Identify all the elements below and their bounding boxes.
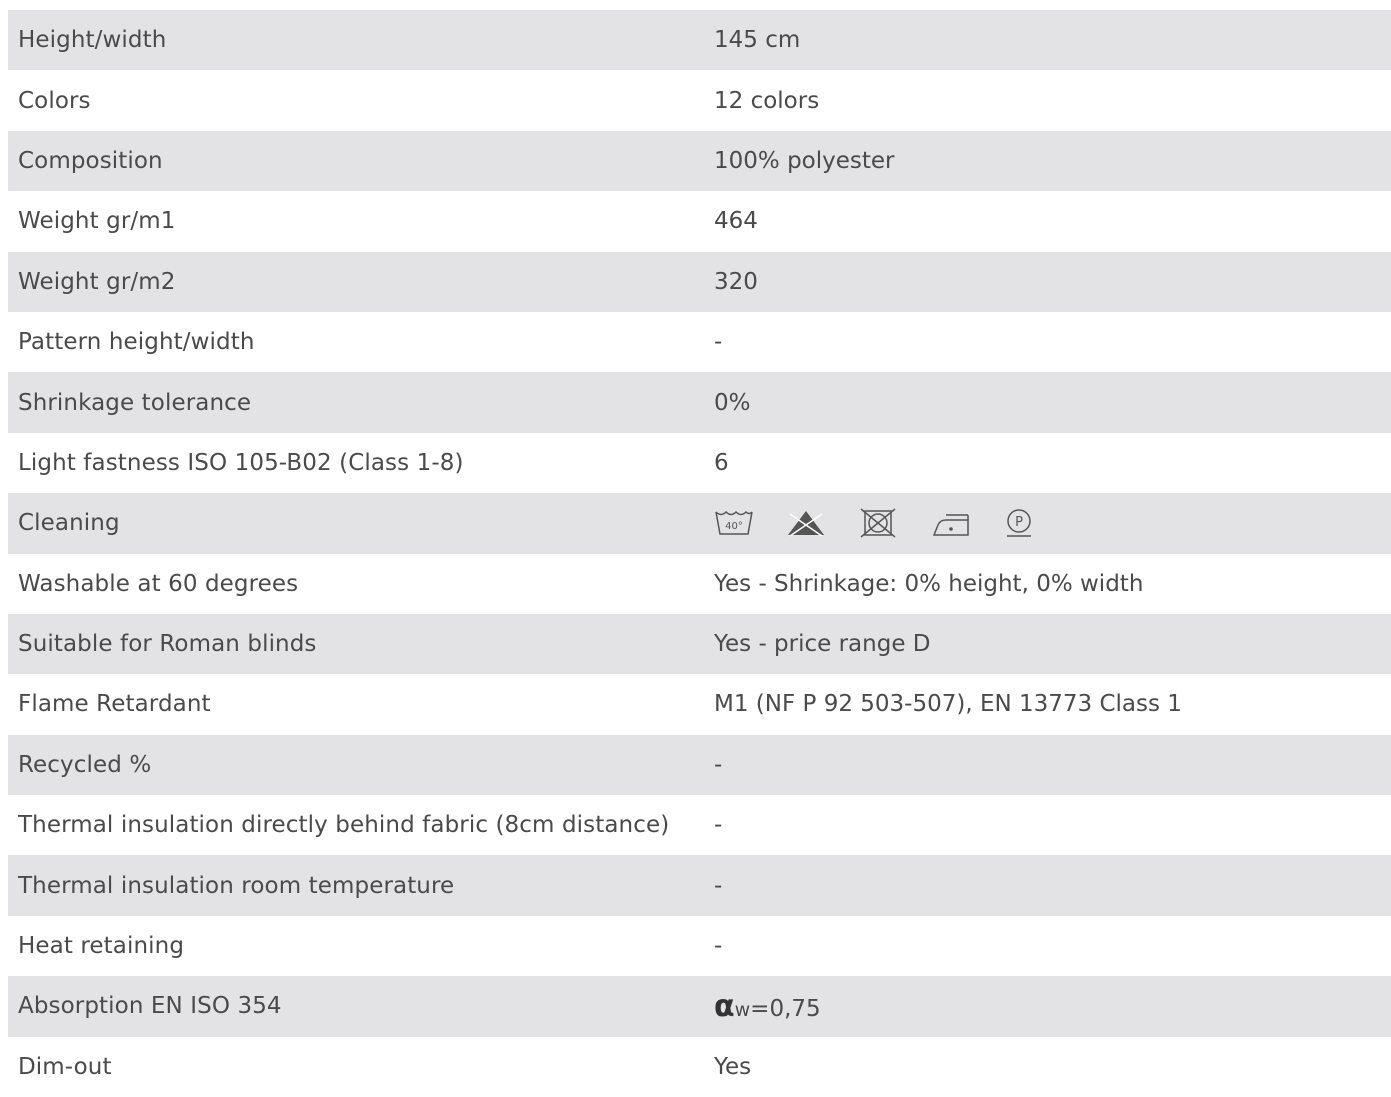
alpha-number: =0,75 [750,995,821,1022]
table-row: Washable at 60 degrees Yes - Shrinkage: … [8,554,1391,614]
row-value: - [714,872,723,899]
table-row: Light fastness ISO 105-B02 (Class 1-8) 6 [8,433,1391,493]
table-row: Dim-out Yes [8,1037,1391,1097]
table-row: Composition 100% polyester [8,130,1391,192]
row-value: 464 [714,208,758,235]
row-label: Suitable for Roman blinds [18,631,317,658]
row-value: - [714,933,723,960]
table-row: Colors 12 colors [8,70,1391,130]
row-value: Yes - price range D [714,631,931,658]
row-label: Heat retaining [18,933,185,960]
table-row: Suitable for Roman blinds Yes - price ra… [8,613,1391,675]
cleaning-icons: 40° P [704,508,1034,538]
table-row: Weight gr/m2 320 [8,251,1391,312]
row-label: Recycled % [18,751,152,778]
row-label: Composition [18,147,163,174]
row-value: - [714,751,723,778]
row-label: Pattern height/width [18,329,255,356]
row-value: 100% polyester [714,147,895,174]
row-value: 0% [714,389,751,416]
table-row: Heat retaining - [8,916,1391,976]
table-row: Recycled % - [8,734,1391,796]
row-value: Yes - Shrinkage: 0% height, 0% width [714,570,1144,597]
alpha-subscript: w [734,998,751,1021]
table-row: Pattern height/width - [8,312,1391,372]
row-value: 6 [714,449,729,476]
row-label: Flame Retardant [18,691,211,718]
table-row: Weight gr/m1 464 [8,191,1391,251]
absorption-value: αw=0,75 [704,989,1391,1024]
dryclean-letter: P [1015,515,1023,530]
table-row: Shrinkage tolerance 0% [8,372,1391,433]
row-label: Thermal insulation directly behind fabri… [18,812,670,839]
iron-low-icon [932,514,969,537]
row-label: Cleaning [18,510,120,537]
row-label: Dim-out [18,1053,112,1080]
row-value: Yes [714,1053,752,1080]
row-label: Weight gr/m1 [18,208,176,235]
row-label: Colors [18,87,91,114]
row-label: Light fastness ISO 105-B02 (Class 1-8) [18,449,464,476]
row-value: 320 [714,268,758,295]
wash-40-icon: 40° [715,511,753,536]
alpha-symbol: α [714,988,735,1024]
table-row: Height/width 145 cm [8,10,1391,71]
no-tumble-dry-icon [860,508,896,538]
table-row: Thermal insulation directly behind fabri… [8,795,1391,855]
table-row: Flame Retardant M1 (NF P 92 503-507), EN… [8,674,1391,734]
row-value: - [714,812,723,839]
row-value: 145 cm [714,27,801,54]
row-label: Washable at 60 degrees [18,570,299,597]
table-row: Thermal insulation room temperature - [8,855,1391,916]
table-row: Cleaning 40° P [8,493,1391,554]
row-value: - [714,329,723,356]
dry-clean-p-icon: P [1007,509,1031,538]
row-label: Absorption EN ISO 354 [18,993,282,1020]
table-row: Absorption EN ISO 354 αw=0,75 [8,976,1391,1037]
row-label: Shrinkage tolerance [18,389,252,416]
wash-temp: 40° [725,521,743,532]
row-value: 12 colors [714,87,820,114]
row-label: Weight gr/m2 [18,268,176,295]
row-label: Height/width [18,27,167,54]
row-label: Thermal insulation room temperature [18,872,455,899]
spec-table: Height/width 145 cm Colors 12 colors Com… [8,10,1391,1097]
row-value: M1 (NF P 92 503-507), EN 13773 Class 1 [714,691,1182,718]
no-bleach-icon [788,511,824,537]
